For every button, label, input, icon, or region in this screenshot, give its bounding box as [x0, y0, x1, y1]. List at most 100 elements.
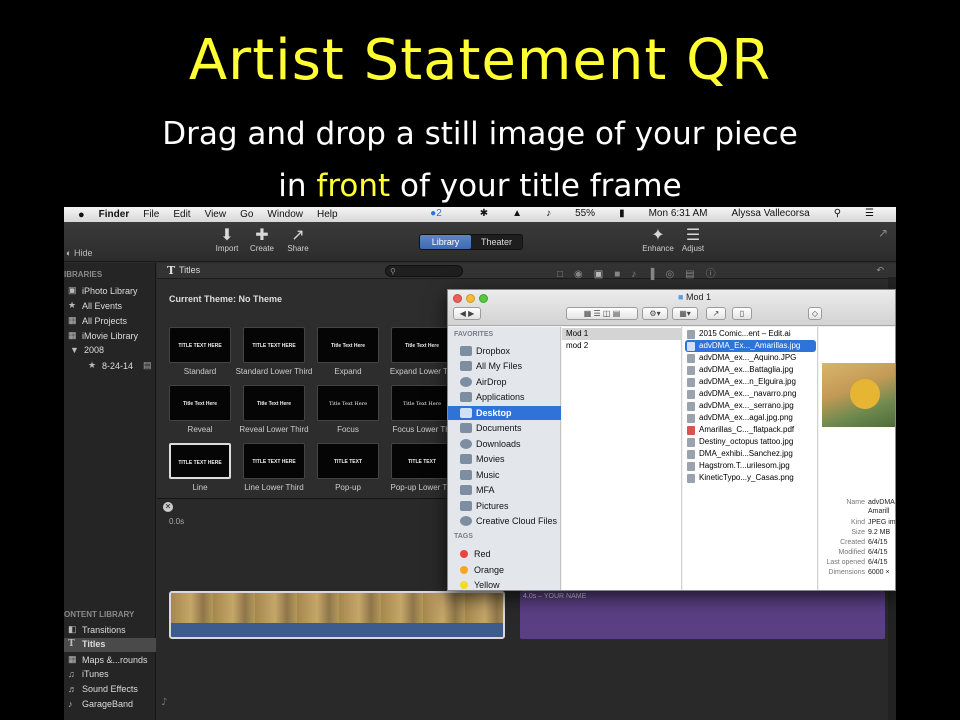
sidebar-item-transitions[interactable]: ◧ Transitions	[68, 624, 126, 635]
tag-red[interactable]: Red	[460, 547, 560, 561]
close-icon[interactable]: ✕	[163, 502, 173, 512]
title-thumb-reveal-lower-third[interactable]: Title Text Here	[243, 385, 305, 421]
title-thumb-standard[interactable]: TITLE TEXT HERE	[169, 327, 231, 363]
sidebar-item-desktop[interactable]: Desktop	[448, 406, 561, 420]
title-thumb-line-lower-third[interactable]: TITLE TEXT HERE	[243, 443, 305, 479]
close-button[interactable]	[453, 294, 462, 303]
tag-orange[interactable]: Orange	[460, 563, 560, 577]
sidebar-item-downloads[interactable]: Downloads	[460, 437, 560, 451]
title-thumb-reveal[interactable]: Title Text Here	[169, 385, 231, 421]
sidebar-item-event[interactable]: ★ 8-24-14 ▤	[88, 360, 152, 371]
clock[interactable]: Mon 6:31 AM	[649, 208, 708, 219]
import-button[interactable]: ⬇ Import	[210, 228, 244, 254]
tab-library[interactable]: Library	[420, 235, 471, 249]
volume-icon[interactable]: ♪	[546, 208, 551, 219]
sidebar-item-itunes[interactable]: ♫ iTunes	[68, 669, 109, 679]
info-icon[interactable]: ⓘ	[706, 269, 727, 280]
file-row-selected[interactable]: advDMA_Ex..._Amarillas.jpg	[685, 340, 816, 352]
sidebar-item-titles[interactable]: T Titles	[68, 639, 105, 649]
tags-button[interactable]: ▯	[732, 307, 752, 320]
view-mode-buttons[interactable]: ▦ ☰ ◫ ▤	[566, 307, 638, 320]
share-button[interactable]: ↗ Share	[281, 228, 315, 254]
battery-percent[interactable]: 55%	[575, 208, 595, 219]
menu-edit[interactable]: Edit	[173, 209, 190, 220]
back-forward-button[interactable]: ◀ ▶	[453, 307, 481, 320]
create-button[interactable]: ✚ Create	[245, 228, 279, 254]
menu-finder[interactable]: Finder	[99, 209, 130, 220]
color-icon[interactable]: ◉	[574, 269, 594, 280]
file-row[interactable]: advDMA_ex...agal.jpg.png	[685, 412, 816, 424]
adjust-button[interactable]: ☰ Adjust	[676, 228, 710, 254]
title-thumb-popup-lower[interactable]: TITLE TEXT	[391, 443, 453, 479]
enhance-button[interactable]: ✦ Enhance	[641, 228, 675, 254]
share-button[interactable]: ↗	[706, 307, 726, 320]
menu-window[interactable]: Window	[267, 209, 303, 220]
menu-view[interactable]: View	[205, 209, 227, 220]
file-row[interactable]: 2015 Comic...ent – Edit.ai	[685, 328, 816, 340]
sidebar-item-iphoto[interactable]: ▣ iPhoto Library	[68, 285, 138, 296]
speed-icon[interactable]: ◎	[665, 269, 685, 280]
sidebar-item-all-my-files[interactable]: All My Files	[460, 359, 560, 373]
menu-go[interactable]: Go	[240, 209, 253, 220]
search-input[interactable]: ⚲	[385, 265, 463, 277]
camera-icon[interactable]: ■	[614, 269, 631, 280]
menu-help[interactable]: Help	[317, 209, 338, 220]
title-thumb-focus-lower[interactable]: Title Text Here	[391, 385, 453, 421]
sidebar-item-all-events[interactable]: ★ All Events	[68, 300, 122, 311]
rotate-icon[interactable]: ▣	[594, 269, 614, 280]
sidebar-item-dropbox[interactable]: Dropbox	[460, 344, 560, 358]
dropbox-button[interactable]: ◇	[808, 307, 822, 320]
title-thumb-line[interactable]: TITLE TEXT HERE	[169, 443, 231, 479]
menu-file[interactable]: File	[143, 209, 159, 220]
crop-icon[interactable]: □	[557, 269, 574, 280]
sidebar-item-airdrop[interactable]: AirDrop	[460, 375, 560, 389]
file-row[interactable]: advDMA_ex...n_Elguira.jpg	[685, 376, 816, 388]
apple-icon[interactable]: ●	[78, 209, 85, 221]
title-thumb-expand[interactable]: Title Text Here	[317, 327, 379, 363]
user-name[interactable]: Alyssa Vallecorsa	[732, 208, 810, 219]
audio-bars-icon[interactable]: ▐	[647, 269, 665, 280]
file-row[interactable]: Amarillas_C..._flatpack.pdf	[685, 424, 816, 436]
reset-icon[interactable]: ↶	[876, 265, 884, 276]
title-thumb-popup[interactable]: TITLE TEXT	[317, 443, 379, 479]
bluetooth-icon[interactable]: ✱	[480, 208, 488, 219]
title-thumb-focus[interactable]: Title Text Here	[317, 385, 379, 421]
file-row[interactable]: advDMA_ex...Battaglia.jpg	[685, 364, 816, 376]
sidebar-item-imovie-library[interactable]: ▦ iMovie Library	[68, 330, 138, 341]
sidebar-item-creative-cloud[interactable]: Creative Cloud Files	[460, 514, 560, 528]
sidebar-item-movies[interactable]: Movies	[460, 452, 560, 466]
sidebar-item-mfa[interactable]: MFA	[460, 483, 560, 497]
title-thumb-expand-lower[interactable]: Title Text Here	[391, 327, 453, 363]
sidebar-item-maps[interactable]: ▦ Maps &...rounds	[68, 654, 148, 665]
menu-list-icon[interactable]: ☰	[865, 208, 874, 219]
tab-theater[interactable]: Theater	[471, 235, 522, 249]
arrange-button[interactable]: ▦▾	[672, 307, 698, 320]
file-row[interactable]: advDMA_ex..._serrano.jpg	[685, 400, 816, 412]
folder-row-mod-1[interactable]: Mod 1	[562, 328, 682, 340]
sidebar-item-2008[interactable]: ▼ 2008	[70, 345, 104, 355]
volume-icon[interactable]: ♪	[631, 269, 647, 280]
sidebar-item-all-projects[interactable]: ▦ All Projects	[68, 315, 127, 326]
spotlight-icon[interactable]: ⚲	[834, 208, 841, 219]
sidebar-item-sound-effects[interactable]: ♬ Sound Effects	[68, 684, 138, 694]
filter-icon[interactable]: ▤	[685, 269, 705, 280]
file-row[interactable]: KineticTypo...y_Casas.png	[685, 472, 816, 484]
file-row[interactable]: Destiny_octopus tattoo.jpg	[685, 436, 816, 448]
action-gear-button[interactable]: ⚙▾	[642, 307, 668, 320]
tag-yellow[interactable]: Yellow	[460, 578, 560, 590]
sidebar-item-applications[interactable]: Applications	[460, 390, 560, 404]
minimize-button[interactable]	[466, 294, 475, 303]
notification-badge[interactable]: ●2	[430, 208, 456, 219]
fullscreen-icon[interactable]: ↗	[878, 226, 888, 240]
file-row[interactable]: advDMA_ex..._navarro.png	[685, 388, 816, 400]
wifi-icon[interactable]: ▲	[512, 208, 522, 219]
hide-button[interactable]: ◐ Hide	[66, 248, 92, 258]
sidebar-item-music[interactable]: Music	[460, 468, 560, 482]
sidebar-item-documents[interactable]: Documents	[460, 421, 560, 435]
file-row[interactable]: DMA_exhibi...Sanchez.jpg	[685, 448, 816, 460]
folder-row-mod-2[interactable]: mod 2	[562, 340, 682, 352]
title-thumb-standard-lower-third[interactable]: TITLE TEXT HERE	[243, 327, 305, 363]
sidebar-item-garageband[interactable]: ♪ GarageBand	[68, 699, 133, 709]
file-row[interactable]: advDMA_ex..._Aquino.JPG	[685, 352, 816, 364]
video-clip[interactable]	[169, 591, 505, 639]
